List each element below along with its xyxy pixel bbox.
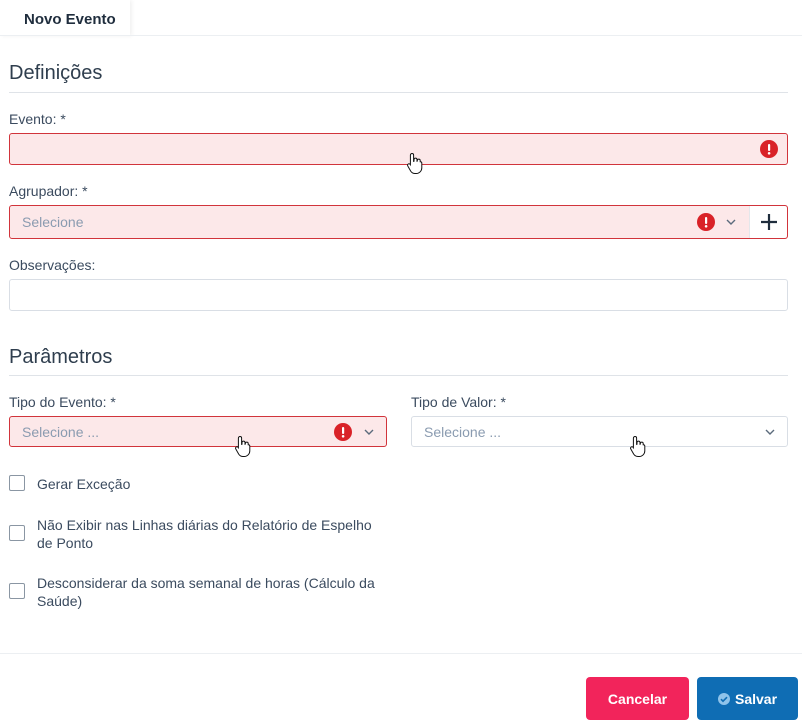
hand-cursor-icon [407, 152, 423, 174]
plus-icon [761, 214, 777, 230]
section-title-parametros: Parâmetros [9, 346, 113, 368]
footer-divider [0, 653, 802, 654]
save-button[interactable]: Salvar [697, 677, 798, 720]
tipo-evento-placeholder: Selecione ... [22, 423, 100, 440]
section-title-definicoes: Definições [9, 62, 103, 84]
check-circle-icon [718, 693, 730, 705]
tipo-evento-select[interactable]: Selecione ... [9, 416, 387, 447]
error-icon [760, 140, 778, 158]
checkbox-label: Desconsiderar da soma semanal de horas (… [37, 575, 375, 609]
checkbox-nao-exibir[interactable] [9, 525, 25, 541]
agrupador-select[interactable]: Selecione [9, 205, 788, 239]
checkbox-label: Gerar Exceção [37, 476, 131, 492]
section-divider [9, 375, 788, 376]
checkbox-label: Não Exibir nas Linhas diárias do Relatór… [37, 517, 372, 551]
hand-cursor-icon [630, 435, 646, 457]
evento-label: Evento: * [9, 111, 66, 127]
chevron-down-icon[interactable] [363, 428, 375, 436]
tab-label: Novo Evento [24, 11, 116, 28]
chevron-down-icon[interactable] [725, 218, 737, 226]
tipo-evento-label: Tipo do Evento: * [9, 394, 116, 410]
error-icon [334, 422, 352, 441]
tab-divider [0, 35, 802, 36]
section-divider [9, 92, 788, 93]
cancel-button[interactable]: Cancelar [586, 677, 689, 720]
tipo-valor-label: Tipo de Valor: * [411, 394, 506, 410]
tipo-valor-select[interactable]: Selecione ... [411, 416, 788, 447]
error-icon [697, 213, 715, 231]
agrupador-placeholder: Selecione [22, 214, 84, 230]
checkbox-desconsiderar[interactable] [9, 583, 25, 599]
save-label: Salvar [735, 690, 778, 707]
checkbox-gerar-excecao[interactable] [9, 475, 25, 491]
tab-novo-evento[interactable]: Novo Evento [0, 0, 130, 36]
cancel-label: Cancelar [607, 690, 668, 707]
observacoes-label: Observações: [9, 257, 96, 273]
agrupador-label: Agrupador: * [9, 183, 88, 199]
hand-cursor-icon [235, 435, 251, 457]
chevron-down-icon[interactable] [764, 428, 776, 436]
evento-input[interactable] [9, 133, 788, 165]
tipo-valor-placeholder: Selecione ... [424, 423, 502, 440]
observacoes-input[interactable] [9, 279, 788, 311]
add-agrupador-button[interactable] [749, 206, 787, 238]
